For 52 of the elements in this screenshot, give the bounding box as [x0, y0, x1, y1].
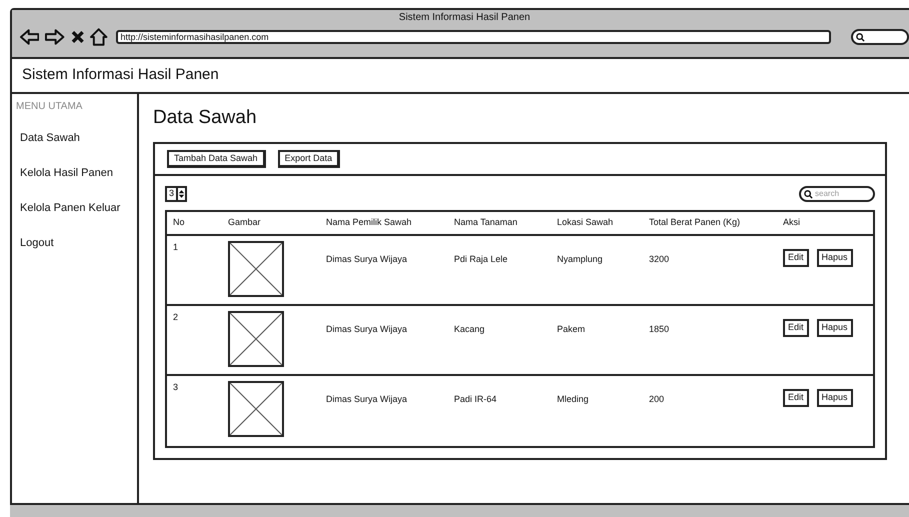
table-cell-text: 2 — [173, 311, 180, 324]
table-cell-text: 3 — [173, 381, 180, 394]
table-cell-text: Dimas Surya Wijaya — [326, 253, 408, 266]
image-placeholder — [228, 241, 284, 297]
table-cell-text: 1850 — [649, 323, 670, 336]
image-placeholder — [228, 311, 284, 367]
toolbar-button[interactable]: Tambah Data Sawah — [167, 150, 266, 168]
url-field[interactable]: http://sisteminformasihasilpanen.com — [116, 30, 831, 44]
page-size-stepper[interactable]: 3 — [165, 186, 188, 202]
sidebar-item[interactable]: Kelola Panen Keluar — [20, 200, 120, 216]
page-title: Data Sawah — [153, 106, 258, 130]
column-header: Gambar — [228, 216, 262, 230]
table-cell-text: Dimas Surya Wijaya — [326, 393, 408, 406]
column-header: Lokasi Sawah — [557, 216, 614, 230]
table-cell-text: Pakem — [557, 323, 586, 336]
page-size-value: 3 — [168, 187, 176, 200]
table-cell-text: 200 — [649, 393, 666, 406]
table-cell-text: 1 — [173, 241, 180, 254]
column-header: Nama Tanaman — [454, 216, 518, 230]
column-header: Nama Pemilik Sawah — [326, 216, 413, 230]
table-cell-text: Padi IR-64 — [454, 393, 498, 406]
forward-icon[interactable] — [45, 29, 65, 45]
table-cell-text: Nyamplung — [557, 253, 604, 266]
search-icon — [856, 32, 865, 42]
image-placeholder — [228, 381, 284, 437]
table-cell-text: 3200 — [649, 253, 670, 266]
search-icon — [804, 190, 813, 198]
row-action-button[interactable]: Hapus — [816, 249, 853, 267]
app-title: Sistem Informasi Hasil Panen — [22, 65, 219, 86]
window-title: Sistem Informasi Hasil Panen — [398, 11, 532, 24]
table-cell-text: Kacang — [454, 323, 486, 336]
sidebar-item[interactable]: Data Sawah — [20, 130, 80, 146]
sidebar-item[interactable]: Logout — [20, 235, 54, 251]
row-action-button[interactable]: Edit — [783, 249, 809, 267]
table-cell-text: Dimas Surya Wijaya — [326, 323, 408, 336]
sidebar-heading: MENU UTAMA — [15, 100, 84, 114]
row-action-button[interactable]: Hapus — [816, 389, 853, 407]
sidebar-item[interactable]: Kelola Hasil Panen — [20, 165, 113, 181]
browser-search-field[interactable] — [850, 29, 909, 45]
close-icon[interactable] — [70, 30, 84, 44]
stepper-arrows-icon[interactable] — [176, 188, 186, 200]
home-icon[interactable] — [90, 28, 108, 46]
column-header: Total Berat Panen (Kg) — [649, 216, 742, 230]
table-cell-text: Mleding — [557, 393, 590, 406]
table-cell-text: Pdi Raja Lele — [454, 253, 509, 266]
column-header: No — [173, 216, 186, 230]
row-action-button[interactable]: Edit — [783, 319, 809, 337]
toolbar-button[interactable]: Export Data — [278, 150, 340, 168]
back-icon[interactable] — [20, 29, 40, 45]
column-header: Aksi — [783, 216, 802, 230]
row-action-button[interactable]: Hapus — [816, 319, 853, 337]
row-action-button[interactable]: Edit — [783, 389, 809, 407]
